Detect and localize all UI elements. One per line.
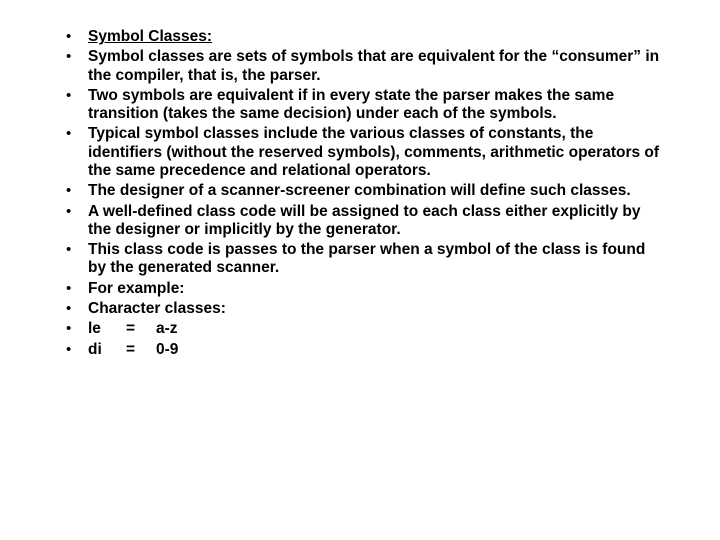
list-item: di=0-9 <box>60 341 660 359</box>
list-item: Symbol Classes: <box>60 28 660 46</box>
list-item: Typical symbol classes include the vario… <box>60 125 660 180</box>
bullet-text: Two symbols are equivalent if in every s… <box>88 87 614 122</box>
charclass-name: di <box>88 341 126 359</box>
slide: Symbol Classes: Symbol classes are sets … <box>0 0 720 540</box>
list-item: This class code is passes to the parser … <box>60 241 660 278</box>
bullet-text: Symbol classes are sets of symbols that … <box>88 48 659 83</box>
list-item: A well-defined class code will be assign… <box>60 203 660 240</box>
charclass-equals: = <box>126 341 156 359</box>
list-item: le=a-z <box>60 320 660 338</box>
charclass-range: a-z <box>156 320 204 338</box>
charclass-name: le <box>88 320 126 338</box>
bullet-text: The designer of a scanner-screener combi… <box>88 182 631 199</box>
list-item: Symbol classes are sets of symbols that … <box>60 48 660 85</box>
list-item: The designer of a scanner-screener combi… <box>60 182 660 200</box>
charclass-equals: = <box>126 320 156 338</box>
bullet-text: A well-defined class code will be assign… <box>88 203 640 238</box>
list-item: For example: <box>60 280 660 298</box>
bullet-text: Character classes: <box>88 300 226 317</box>
list-item: Character classes: <box>60 300 660 318</box>
charclass-range: 0-9 <box>156 341 204 359</box>
bullet-text: Typical symbol classes include the vario… <box>88 125 659 179</box>
bullet-list: Symbol Classes: Symbol classes are sets … <box>60 28 660 359</box>
bullet-text: For example: <box>88 280 184 297</box>
list-item: Two symbols are equivalent if in every s… <box>60 87 660 124</box>
bullet-text: This class code is passes to the parser … <box>88 241 645 276</box>
bullet-heading: Symbol Classes: <box>88 28 212 45</box>
